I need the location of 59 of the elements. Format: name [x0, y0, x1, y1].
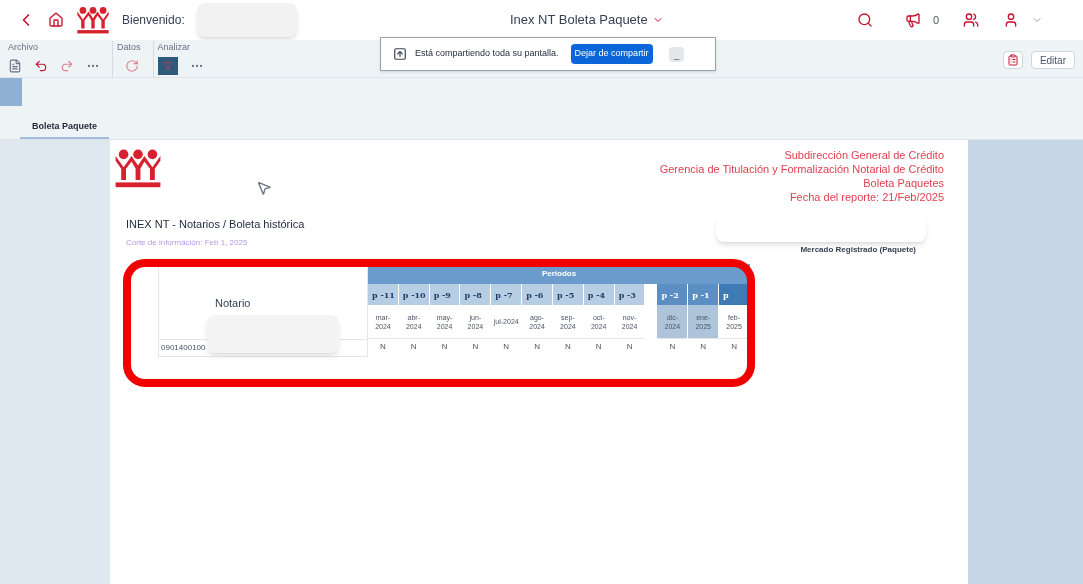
period-code-cell: p -8	[460, 284, 491, 305]
period-code-cell: p -7	[491, 284, 522, 305]
hide-button[interactable]: _	[668, 46, 685, 62]
share-message: Está compartiendo toda su pantalla.	[415, 47, 559, 61]
market-label: Mercado Registrado (Paquete)	[800, 244, 916, 256]
logo-icon	[114, 148, 162, 188]
period-code-cell: p -6	[522, 284, 552, 305]
value-cell: N	[491, 338, 522, 355]
search-icon[interactable]	[856, 12, 873, 28]
panel-toggle[interactable]	[0, 78, 22, 106]
people-icon[interactable]	[963, 12, 979, 28]
toolbar-group-label: Archivo	[8, 41, 39, 54]
share-screen-icon	[393, 47, 407, 61]
value-cell: N	[398, 338, 429, 355]
notary-header: Notario	[215, 296, 251, 311]
user-icon[interactable]	[1003, 12, 1019, 28]
document-icon[interactable]	[8, 58, 22, 73]
megaphone-icon[interactable]	[904, 12, 921, 28]
welcome-label: Bienvenido:	[122, 12, 185, 29]
period-code-cell: p -10	[398, 284, 429, 305]
notification-count: 0	[932, 12, 939, 28]
value-cell: N	[583, 338, 614, 355]
value-cell: N	[460, 338, 491, 355]
edit-button[interactable]: Editar	[1030, 51, 1075, 69]
report-header-line: Fecha del reporte: 21/Feb/2025	[789, 190, 944, 204]
home-icon[interactable]	[48, 12, 64, 28]
undo-icon[interactable]	[34, 58, 48, 73]
report-header-line: Subdirección General de Crédito	[784, 148, 944, 162]
value-cell: N	[719, 338, 749, 355]
report-title-dropdown[interactable]: Inex NT Boleta Paquete	[509, 10, 664, 30]
value-cell: N	[657, 338, 688, 355]
report-header-line: Boleta Paquetes	[863, 176, 944, 190]
value-cell: N	[368, 338, 398, 355]
filter-icon	[162, 60, 173, 71]
clipboard-icon	[1006, 54, 1019, 66]
report-subtitle: Corte de información: Feb 1, 2025	[126, 236, 249, 249]
period-code-cell: p	[719, 284, 749, 305]
period-code-cell: p -3	[614, 284, 645, 305]
report-title: INEX NT - Notarios / Boleta histórica	[126, 217, 305, 232]
filter-button[interactable]	[157, 56, 178, 75]
period-code-cell: p -1	[688, 284, 719, 305]
period-code-cell: p -4	[583, 284, 614, 305]
toolbar-group-label: Datos	[117, 41, 141, 54]
logo-icon	[76, 6, 110, 34]
mouse-cursor-icon	[256, 180, 272, 196]
stop-sharing-button[interactable]: Dejar de compartir	[570, 44, 653, 64]
period-code-cell: p -2	[657, 284, 688, 305]
report-header-line: Gerencia de Titulación y Formalización Notarial de Crédito	[659, 162, 944, 176]
value-cell: N	[522, 338, 552, 355]
value-cell: N	[552, 338, 583, 355]
value-cell: N	[688, 338, 719, 355]
period-code-cell: p -11	[368, 284, 398, 305]
period-code-cell: p -5	[552, 284, 583, 305]
value-cell: N	[614, 338, 645, 355]
toolbar-group-label: Analizar	[157, 41, 192, 54]
value-cell: N	[429, 338, 460, 355]
clipboard-button[interactable]	[1002, 51, 1023, 69]
period-code-cell: p -9	[429, 284, 460, 305]
notary-id-cell-text: 0901400100	[160, 342, 207, 354]
